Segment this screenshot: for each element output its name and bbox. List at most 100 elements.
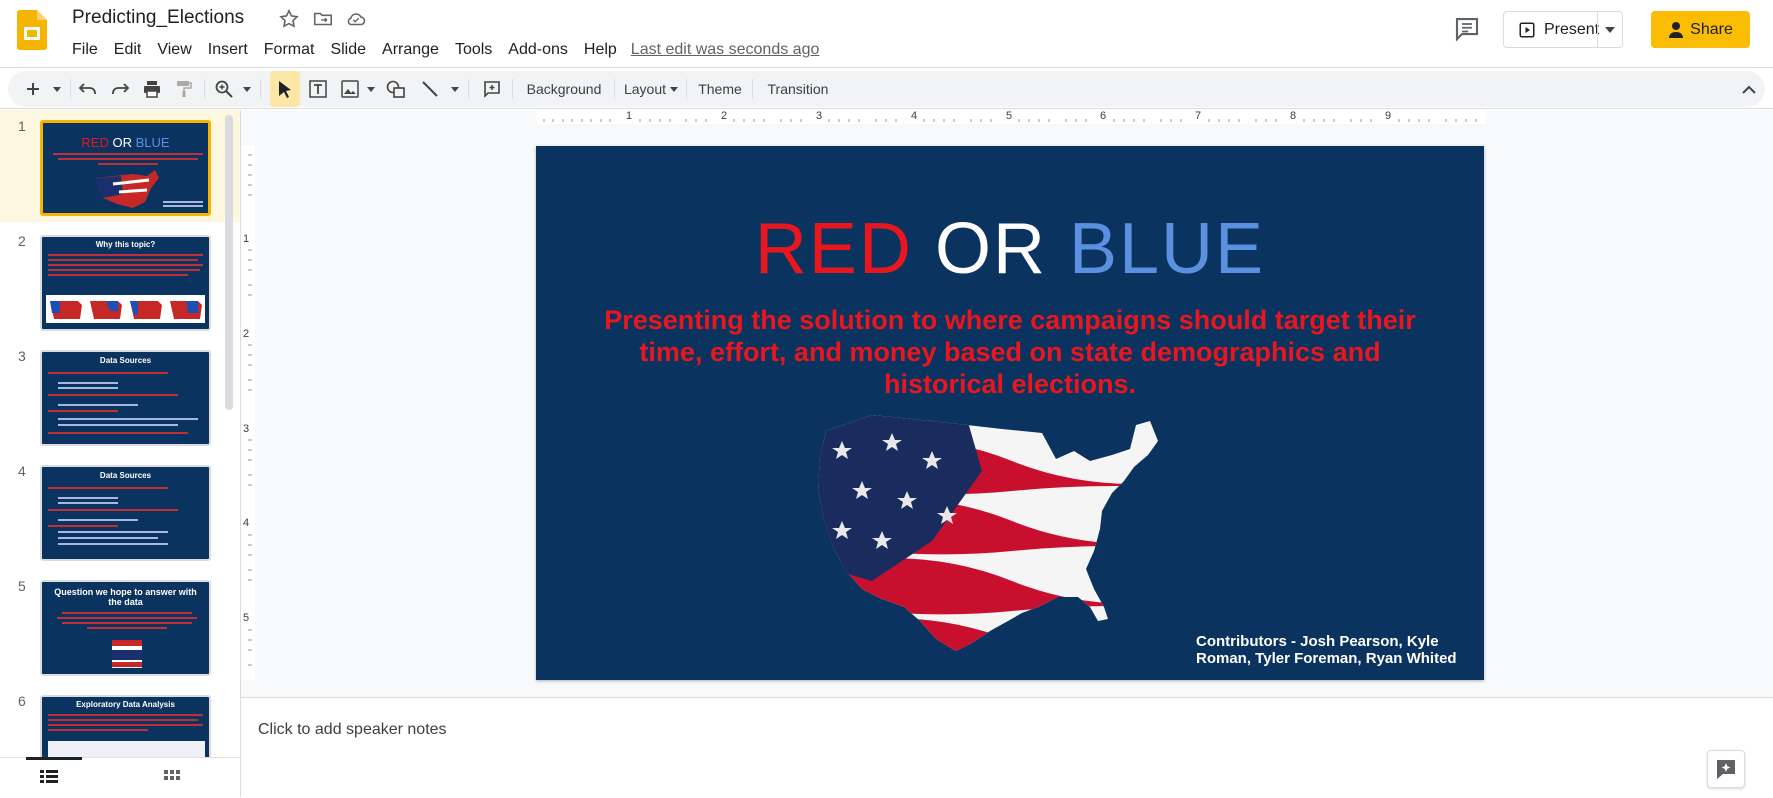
thumb-chart-preview <box>48 741 205 757</box>
thumb-text-line <box>163 205 203 207</box>
present-button[interactable]: Present <box>1503 11 1623 48</box>
line-icon[interactable] <box>416 71 444 107</box>
ruler-label: 4 <box>911 110 918 122</box>
thumb-flag-map-icon <box>95 170 159 208</box>
menu-view[interactable]: View <box>149 39 199 61</box>
zoom-dropdown-icon[interactable] <box>240 71 254 107</box>
filmstrip-scrollbar[interactable] <box>225 115 233 410</box>
slide-number: 4 <box>18 463 26 479</box>
title-red: RED <box>754 209 913 289</box>
menu-arrange[interactable]: Arrange <box>374 39 447 61</box>
document-title[interactable]: Predicting_Elections <box>72 7 244 29</box>
move-folder-icon[interactable] <box>312 8 334 30</box>
toolbar-divider <box>204 79 205 99</box>
thumb-text-line <box>58 387 118 389</box>
thumb-text-line <box>58 537 158 539</box>
select-icon[interactable] <box>270 71 300 107</box>
image-icon[interactable] <box>336 71 364 107</box>
last-edit-link[interactable]: Last edit was seconds ago <box>631 41 820 59</box>
thumb-text-line <box>58 418 198 420</box>
slide-subtitle[interactable]: Presenting the solution to where campaig… <box>596 304 1424 400</box>
thumb-text-line <box>58 502 118 504</box>
explore-icon <box>1715 758 1737 780</box>
thumb-i-voted-sticker <box>112 640 142 668</box>
line-dropdown-icon[interactable] <box>448 71 462 107</box>
title-blue: BLUE <box>1068 209 1266 289</box>
thumb-text-line <box>53 153 203 155</box>
slide-thumbnail-1[interactable]: RED OR BLUE <box>40 120 211 216</box>
background-button[interactable]: Background <box>518 71 610 107</box>
slide-title[interactable]: RED OR BLUE <box>536 208 1484 290</box>
thumb-text-line <box>48 487 168 489</box>
thumb-text-line <box>48 509 178 511</box>
collapse-icon[interactable] <box>1735 71 1763 107</box>
vertical-ruler[interactable]: 1 2 3 4 5 <box>241 145 255 680</box>
print-icon[interactable] <box>138 71 166 107</box>
slide-thumbnail-2[interactable]: Why this topic? <box>40 235 211 331</box>
menu-help[interactable]: Help <box>576 39 625 61</box>
toolbar-divider <box>512 79 513 99</box>
thumb-text-line <box>48 394 178 396</box>
image-dropdown-icon[interactable] <box>364 71 378 107</box>
comments-icon[interactable] <box>1452 14 1484 46</box>
active-view-indicator <box>26 757 82 760</box>
thumb-text-line <box>48 729 148 731</box>
thumb-title: Data Sources <box>99 356 152 365</box>
current-slide[interactable]: RED OR BLUE Presenting the solution to w… <box>536 146 1484 680</box>
zoom-icon[interactable] <box>210 71 238 107</box>
thumb-text-line <box>58 497 118 499</box>
text-box-icon[interactable] <box>304 71 332 107</box>
share-button[interactable]: Share <box>1651 11 1750 48</box>
menu-add-ons[interactable]: Add-ons <box>500 39 576 61</box>
ruler-label: 6 <box>1100 110 1107 122</box>
thumb-text-line <box>62 612 192 614</box>
menu-edit[interactable]: Edit <box>106 39 150 61</box>
layout-button[interactable]: Layout <box>620 71 682 107</box>
thumb-text-line <box>57 617 197 619</box>
star-icon[interactable] <box>278 8 300 30</box>
thumb-text-line <box>48 264 203 266</box>
undo-icon[interactable] <box>74 71 102 107</box>
shape-icon[interactable] <box>382 71 410 107</box>
transition-button[interactable]: Transition <box>758 71 838 107</box>
us-flag-map-icon[interactable] <box>812 411 1200 656</box>
thumb-text-line <box>58 158 198 160</box>
grid-view-icon[interactable] <box>164 770 180 789</box>
ruler-label: 2 <box>721 110 728 122</box>
lock-person-icon <box>1668 21 1684 39</box>
toolbar-divider <box>614 79 615 99</box>
speaker-notes[interactable]: Click to add speaker notes <box>241 707 1773 797</box>
ruler-label: 3 <box>816 110 823 122</box>
new-slide-dropdown-icon[interactable] <box>50 71 64 107</box>
speaker-notes-placeholder[interactable]: Click to add speaker notes <box>258 721 447 739</box>
slide-thumbnail-4[interactable]: Data Sources <box>40 465 211 561</box>
menu-file[interactable]: File <box>64 39 106 61</box>
plus-icon[interactable] <box>20 71 46 107</box>
list-view-icon[interactable] <box>40 770 58 789</box>
slide-thumbnail-6[interactable]: Exploratory Data Analysis <box>40 695 211 757</box>
explore-button[interactable] <box>1707 750 1745 788</box>
slide-thumbnail-3[interactable]: Data Sources <box>40 350 211 446</box>
thumb-text-line <box>48 372 168 374</box>
redo-icon[interactable] <box>106 71 134 107</box>
ruler-label: 9 <box>1385 110 1392 122</box>
thumb-text-line <box>58 424 178 426</box>
slides-logo-icon[interactable] <box>17 10 47 50</box>
slide-thumbnail-5[interactable]: Question we hope to answer with the data <box>40 580 211 676</box>
slide-number: 2 <box>18 233 26 249</box>
menu-insert[interactable]: Insert <box>200 39 256 61</box>
theme-button[interactable]: Theme <box>692 71 748 107</box>
horizontal-ruler[interactable]: 1 2 3 4 5 6 7 8 9 <box>536 110 1486 124</box>
slide-filmstrip: 1 RED OR BLUE 2 Why this topic? 3 Data S… <box>0 110 240 757</box>
comment-add-icon[interactable] <box>478 71 506 107</box>
paint-format-icon[interactable] <box>170 71 198 107</box>
app-header: Predicting_Elections File Edit View Inse… <box>0 0 1773 66</box>
ruler-label: 1 <box>243 233 250 245</box>
thumb-text-line <box>48 724 203 726</box>
slide-contributors[interactable]: Contributors - Josh Pearson, Kyle Roman,… <box>1196 633 1466 667</box>
cloud-saved-icon[interactable] <box>345 8 367 30</box>
menu-tools[interactable]: Tools <box>447 39 500 61</box>
menu-slide[interactable]: Slide <box>322 39 374 61</box>
menu-format[interactable]: Format <box>256 39 323 61</box>
present-dropdown-chevron-icon[interactable] <box>1597 12 1622 47</box>
